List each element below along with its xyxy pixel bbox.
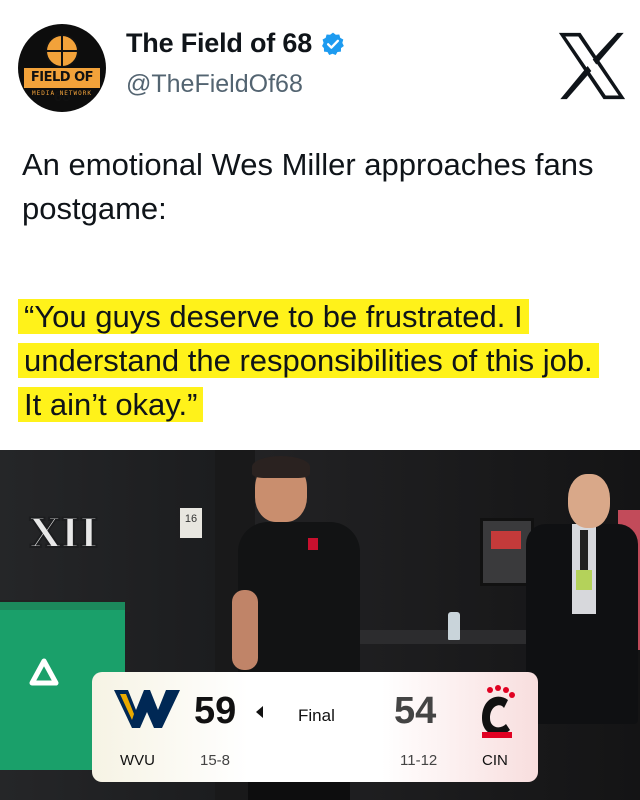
away-score: 54 [394,690,437,732]
game-status: Final [298,706,335,725]
home-team-abbr: WVU [120,752,155,769]
security-guard-figure [520,450,640,800]
wvu-logo-icon [114,690,180,728]
home-score: 59 [194,690,237,732]
tweet-text: An emotional Wes Miller approaches fans … [22,147,594,226]
table [360,630,530,644]
recycle-icon [29,658,59,686]
avatar-logo-text: FIELD OF 68 [24,68,100,105]
author-handle[interactable]: @TheFieldOf68 [126,70,303,99]
quote-text: “You guys deserve to be frustrated. I un… [18,299,599,422]
avatar[interactable]: FIELD OF 68 MEDIA NETWORK [18,24,106,112]
score-bug: 59 Final 54 WVU 15-8 11-12 CIN [92,672,538,782]
away-team-record: 11-12 [400,752,438,769]
avatar-logo-subtext: MEDIA NETWORK [32,90,92,97]
home-team-record: 15-8 [200,752,231,769]
water-bottle [448,612,460,640]
highlighted-quote: “You guys deserve to be frustrated. I un… [18,295,618,427]
big12-logo-icon: XII [29,509,99,557]
possession-arrow-icon [256,706,263,718]
tweet-header: FIELD OF 68 MEDIA NETWORK The Field of 6… [0,0,640,130]
author-display-name[interactable]: The Field of 68 [126,28,312,59]
wall-sign-text: XII [30,510,98,557]
away-team-abbr: CIN [482,752,508,769]
author-name-row: The Field of 68 [126,28,346,59]
basketball-icon [45,34,79,68]
verified-badge-icon [322,32,344,55]
x-logo-icon[interactable] [556,30,628,102]
door-number-sign: 16 [180,508,202,538]
cincinnati-logo-icon [482,685,515,738]
